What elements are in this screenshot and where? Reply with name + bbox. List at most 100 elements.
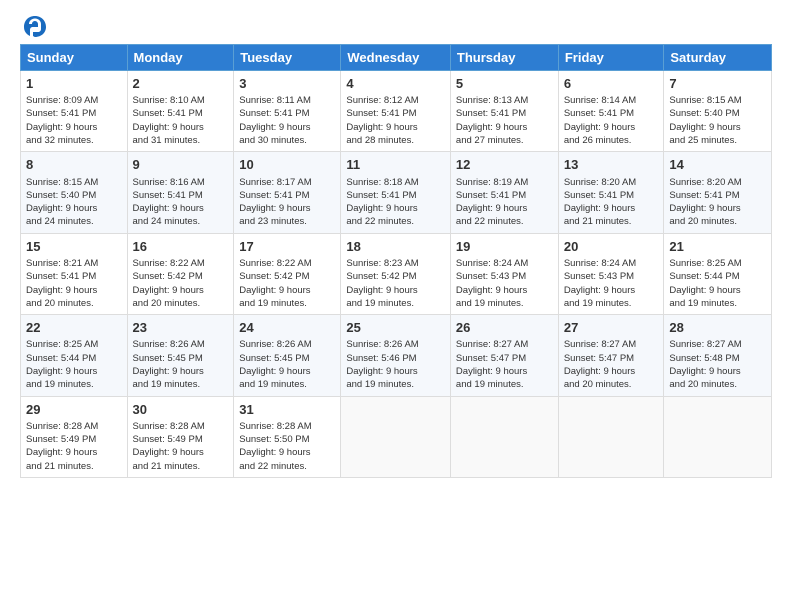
- day-info: Sunrise: 8:25 AMSunset: 5:44 PMDaylight:…: [26, 338, 122, 391]
- calendar-cell: 4Sunrise: 8:12 AMSunset: 5:41 PMDaylight…: [341, 71, 451, 152]
- calendar-cell: 24Sunrise: 8:26 AMSunset: 5:45 PMDayligh…: [234, 315, 341, 396]
- day-info: Sunrise: 8:14 AMSunset: 5:41 PMDaylight:…: [564, 94, 659, 147]
- calendar-cell: 22Sunrise: 8:25 AMSunset: 5:44 PMDayligh…: [21, 315, 128, 396]
- day-info: Sunrise: 8:15 AMSunset: 5:40 PMDaylight:…: [26, 176, 122, 229]
- weekday-header: Thursday: [450, 45, 558, 71]
- day-info: Sunrise: 8:27 AMSunset: 5:47 PMDaylight:…: [564, 338, 659, 391]
- calendar-cell: 13 Sunrise: 8:20 AMSunset: 5:41 PMDayligh…: [558, 152, 664, 233]
- logo: [20, 16, 48, 38]
- calendar-cell: 20Sunrise: 8:24 AMSunset: 5:43 PMDayligh…: [558, 233, 664, 314]
- day-number: 16: [133, 238, 229, 256]
- calendar-cell: 26Sunrise: 8:27 AMSunset: 5:47 PMDayligh…: [450, 315, 558, 396]
- calendar-cell: 28Sunrise: 8:27 AMSunset: 5:48 PMDayligh…: [664, 315, 772, 396]
- calendar-week-row: 22Sunrise: 8:25 AMSunset: 5:44 PMDayligh…: [21, 315, 772, 396]
- calendar-cell: 30Sunrise: 8:28 AMSunset: 5:49 PMDayligh…: [127, 396, 234, 477]
- calendar-cell: 14 Sunrise: 8:20 AMSunset: 5:41 PMDayligh…: [664, 152, 772, 233]
- calendar-cell: 3Sunrise: 8:11 AMSunset: 5:41 PMDaylight…: [234, 71, 341, 152]
- day-info: Sunrise: 8:09 AMSunset: 5:41 PMDaylight:…: [26, 94, 122, 147]
- day-number: 19: [456, 238, 553, 256]
- day-number: 2: [133, 75, 229, 93]
- day-info: Sunrise: 8:26 AMSunset: 5:45 PMDaylight:…: [133, 338, 229, 391]
- day-info: Sunrise: 8:24 AMSunset: 5:43 PMDaylight:…: [456, 257, 553, 310]
- calendar-header-row: SundayMondayTuesdayWednesdayThursdayFrid…: [21, 45, 772, 71]
- calendar-cell: 12 Sunrise: 8:19 AMSunset: 5:41 PMDayligh…: [450, 152, 558, 233]
- page-header: [20, 16, 772, 38]
- calendar-cell: 21Sunrise: 8:25 AMSunset: 5:44 PMDayligh…: [664, 233, 772, 314]
- calendar-cell: 16Sunrise: 8:22 AMSunset: 5:42 PMDayligh…: [127, 233, 234, 314]
- day-info: Sunrise: 8:12 AMSunset: 5:41 PMDaylight:…: [346, 94, 445, 147]
- day-info: Sunrise: 8:21 AMSunset: 5:41 PMDaylight:…: [26, 257, 122, 310]
- day-info: Sunrise: 8:26 AMSunset: 5:46 PMDaylight:…: [346, 338, 445, 391]
- calendar-table: SundayMondayTuesdayWednesdayThursdayFrid…: [20, 44, 772, 478]
- weekday-header: Monday: [127, 45, 234, 71]
- day-info: Sunrise: 8:26 AMSunset: 5:45 PMDaylight:…: [239, 338, 335, 391]
- day-info: Sunrise: 8:25 AMSunset: 5:44 PMDaylight:…: [669, 257, 766, 310]
- calendar-cell: 1Sunrise: 8:09 AMSunset: 5:41 PMDaylight…: [21, 71, 128, 152]
- day-info: Sunrise: 8:23 AMSunset: 5:42 PMDaylight:…: [346, 257, 445, 310]
- day-number: 3: [239, 75, 335, 93]
- day-info: Sunrise: 8:19 AMSunset: 5:41 PMDaylight:…: [456, 176, 553, 229]
- day-info: Sunrise: 8:28 AMSunset: 5:50 PMDaylight:…: [239, 420, 335, 473]
- weekday-header: Saturday: [664, 45, 772, 71]
- day-number: 4: [346, 75, 445, 93]
- day-number: 23: [133, 319, 229, 337]
- day-number: 29: [26, 401, 122, 419]
- calendar-cell: [664, 396, 772, 477]
- day-info: Sunrise: 8:13 AMSunset: 5:41 PMDaylight:…: [456, 94, 553, 147]
- weekday-header: Tuesday: [234, 45, 341, 71]
- day-number: 21: [669, 238, 766, 256]
- page-container: SundayMondayTuesdayWednesdayThursdayFrid…: [0, 0, 792, 488]
- logo-icon: [22, 14, 48, 40]
- calendar-cell: 8 Sunrise: 8:15 AMSunset: 5:40 PMDaylight…: [21, 152, 128, 233]
- day-info: Sunrise: 8:28 AMSunset: 5:49 PMDaylight:…: [26, 420, 122, 473]
- day-number: 13: [564, 156, 659, 174]
- calendar-week-row: 8 Sunrise: 8:15 AMSunset: 5:40 PMDaylight…: [21, 152, 772, 233]
- calendar-cell: 25Sunrise: 8:26 AMSunset: 5:46 PMDayligh…: [341, 315, 451, 396]
- day-number: 24: [239, 319, 335, 337]
- day-info: Sunrise: 8:28 AMSunset: 5:49 PMDaylight:…: [133, 420, 229, 473]
- day-number: 18: [346, 238, 445, 256]
- calendar-cell: 11Sunrise: 8:18 AMSunset: 5:41 PMDayligh…: [341, 152, 451, 233]
- calendar-cell: 17Sunrise: 8:22 AMSunset: 5:42 PMDayligh…: [234, 233, 341, 314]
- calendar-cell: 23Sunrise: 8:26 AMSunset: 5:45 PMDayligh…: [127, 315, 234, 396]
- calendar-cell: 2Sunrise: 8:10 AMSunset: 5:41 PMDaylight…: [127, 71, 234, 152]
- calendar-cell: 6Sunrise: 8:14 AMSunset: 5:41 PMDaylight…: [558, 71, 664, 152]
- day-info: Sunrise: 8:22 AMSunset: 5:42 PMDaylight:…: [239, 257, 335, 310]
- weekday-header: Friday: [558, 45, 664, 71]
- calendar-cell: 31Sunrise: 8:28 AMSunset: 5:50 PMDayligh…: [234, 396, 341, 477]
- calendar-cell: 18Sunrise: 8:23 AMSunset: 5:42 PMDayligh…: [341, 233, 451, 314]
- day-number: 8: [26, 156, 122, 174]
- day-number: 9: [133, 156, 229, 174]
- day-number: 27: [564, 319, 659, 337]
- day-number: 12: [456, 156, 553, 174]
- day-info: Sunrise: 8:10 AMSunset: 5:41 PMDaylight:…: [133, 94, 229, 147]
- day-info: Sunrise: 8:20 AMSunset: 5:41 PMDaylight:…: [564, 176, 659, 229]
- day-info: Sunrise: 8:24 AMSunset: 5:43 PMDaylight:…: [564, 257, 659, 310]
- calendar-cell: 9 Sunrise: 8:16 AMSunset: 5:41 PMDaylight…: [127, 152, 234, 233]
- day-number: 20: [564, 238, 659, 256]
- calendar-week-row: 1Sunrise: 8:09 AMSunset: 5:41 PMDaylight…: [21, 71, 772, 152]
- calendar-cell: [558, 396, 664, 477]
- day-info: Sunrise: 8:20 AMSunset: 5:41 PMDaylight:…: [669, 176, 766, 229]
- day-number: 7: [669, 75, 766, 93]
- day-info: Sunrise: 8:16 AMSunset: 5:41 PMDaylight:…: [133, 176, 229, 229]
- day-info: Sunrise: 8:27 AMSunset: 5:48 PMDaylight:…: [669, 338, 766, 391]
- day-info: Sunrise: 8:27 AMSunset: 5:47 PMDaylight:…: [456, 338, 553, 391]
- day-number: 31: [239, 401, 335, 419]
- day-number: 30: [133, 401, 229, 419]
- day-number: 15: [26, 238, 122, 256]
- day-number: 22: [26, 319, 122, 337]
- calendar-cell: 19Sunrise: 8:24 AMSunset: 5:43 PMDayligh…: [450, 233, 558, 314]
- day-info: Sunrise: 8:18 AMSunset: 5:41 PMDaylight:…: [346, 176, 445, 229]
- day-number: 14: [669, 156, 766, 174]
- calendar-cell: 27Sunrise: 8:27 AMSunset: 5:47 PMDayligh…: [558, 315, 664, 396]
- day-info: Sunrise: 8:17 AMSunset: 5:41 PMDaylight:…: [239, 176, 335, 229]
- weekday-header: Wednesday: [341, 45, 451, 71]
- calendar-week-row: 29Sunrise: 8:28 AMSunset: 5:49 PMDayligh…: [21, 396, 772, 477]
- calendar-cell: 10Sunrise: 8:17 AMSunset: 5:41 PMDayligh…: [234, 152, 341, 233]
- calendar-cell: [341, 396, 451, 477]
- calendar-week-row: 15Sunrise: 8:21 AMSunset: 5:41 PMDayligh…: [21, 233, 772, 314]
- weekday-header: Sunday: [21, 45, 128, 71]
- calendar-cell: 5Sunrise: 8:13 AMSunset: 5:41 PMDaylight…: [450, 71, 558, 152]
- day-number: 25: [346, 319, 445, 337]
